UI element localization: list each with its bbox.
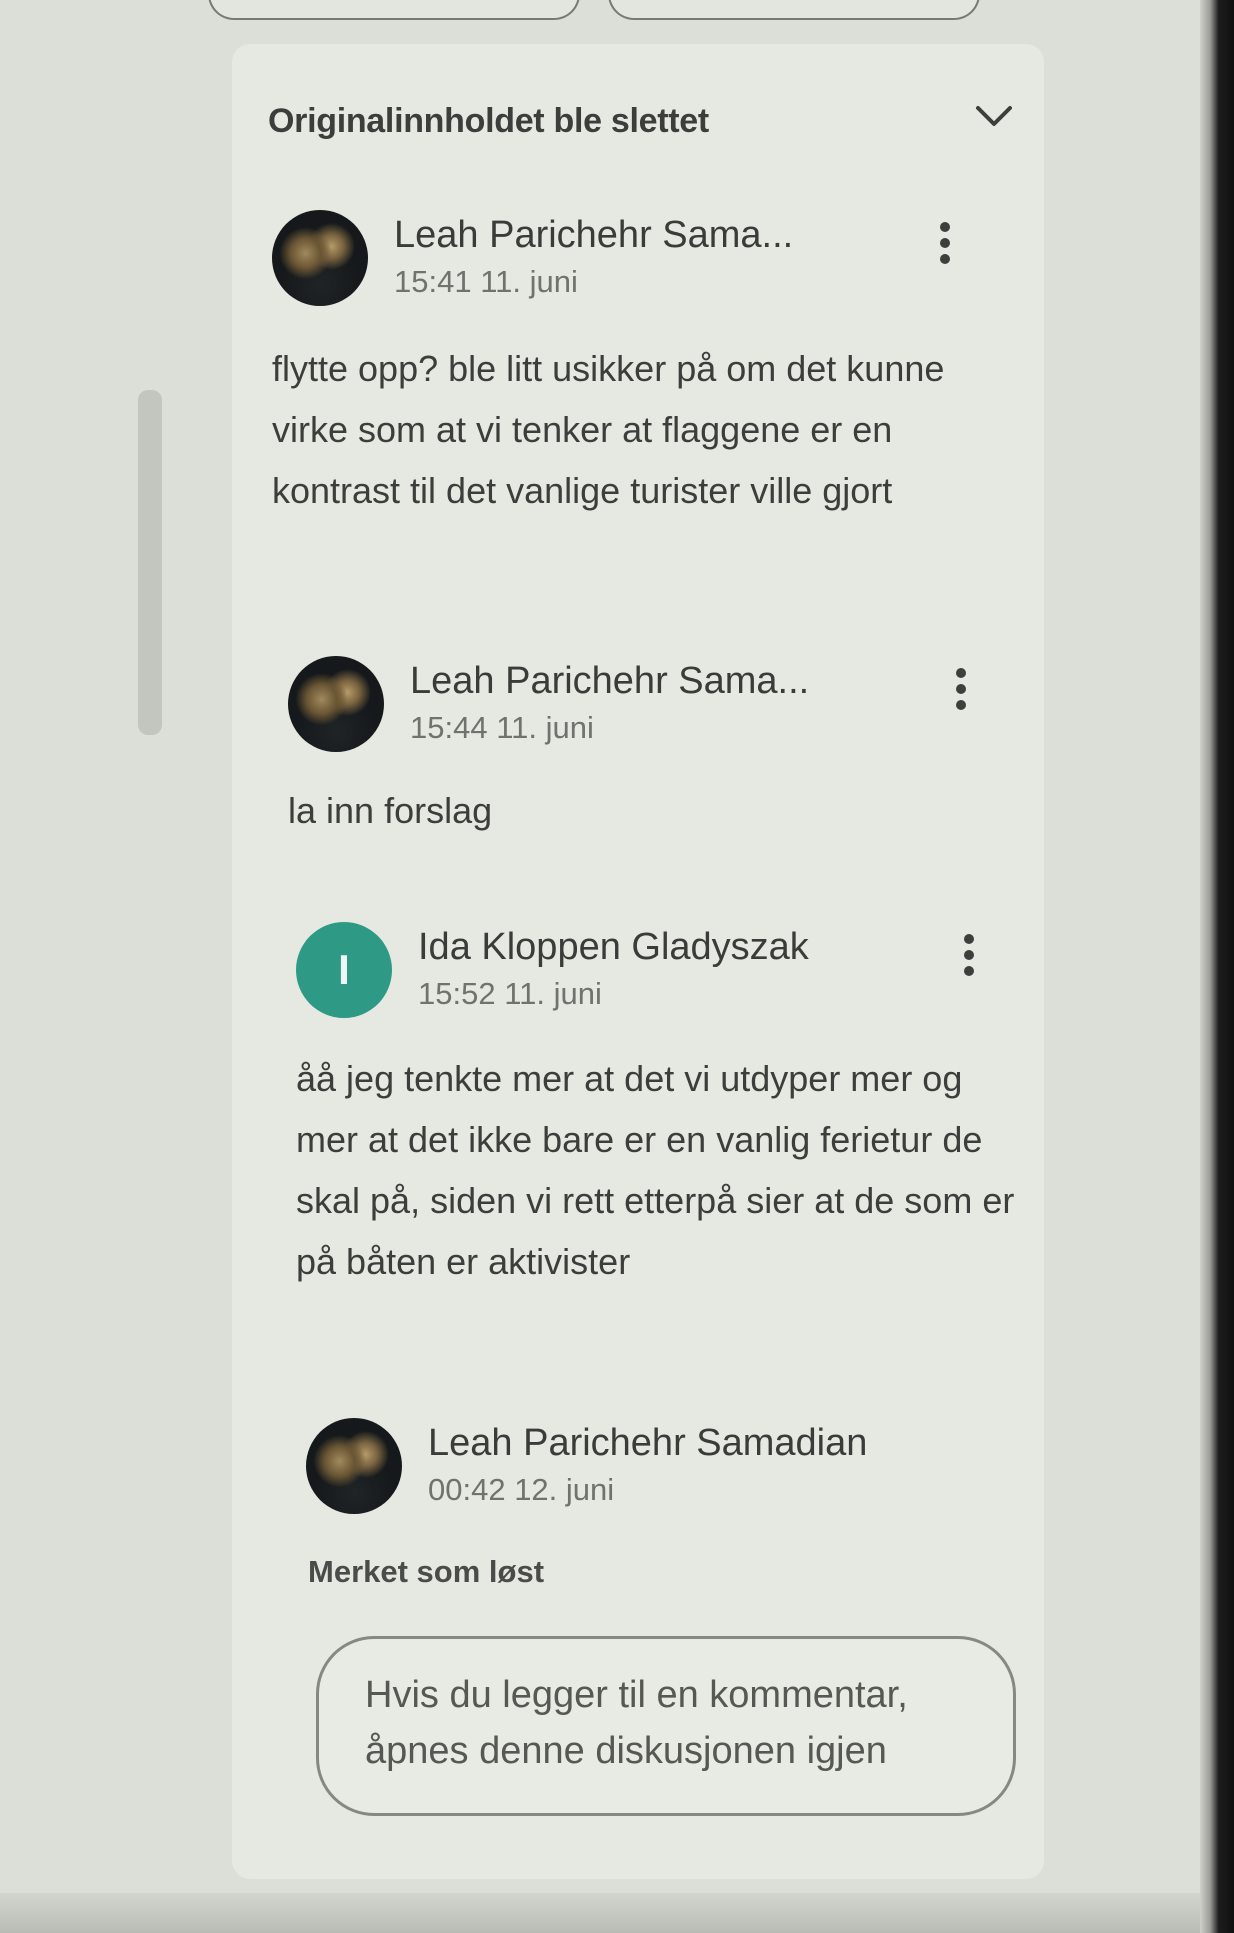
resolved-status: Merket som løst: [308, 1554, 545, 1589]
scrollbar[interactable]: [138, 390, 162, 735]
more-vertical-icon[interactable]: [930, 216, 960, 276]
top-button-right[interactable]: [608, 0, 980, 20]
comment-author: Leah Parichehr Sama...: [394, 214, 794, 256]
top-button-left[interactable]: [208, 0, 580, 20]
comment-author: Ida Kloppen Gladyszak: [418, 926, 809, 968]
comment-timestamp: 15:41 11. juni: [394, 264, 578, 299]
comment-body: la inn forslag: [288, 790, 493, 831]
comment-body: flytte opp? ble litt usikker på om det k…: [272, 348, 945, 511]
comment-item: Leah Parichehr Sama... 15:41 11. juni fl…: [272, 210, 1032, 590]
comment-item: I Ida Kloppen Gladyszak 15:52 11. juni å…: [296, 922, 1056, 1342]
resolution-author: Leah Parichehr Samadian: [428, 1422, 868, 1464]
avatar: [306, 1418, 402, 1514]
screen-bezel: [1200, 0, 1234, 1933]
comment-body: åå jeg tenkte mer at det vi utdyper mer …: [296, 1058, 1015, 1282]
comment-timestamp: 15:44 11. juni: [410, 710, 594, 745]
comment-item: Leah Parichehr Sama... 15:44 11. juni la…: [288, 656, 1048, 856]
avatar: [272, 210, 368, 306]
thread-title: Originalinnholdet ble slettet: [268, 102, 709, 140]
more-vertical-icon[interactable]: [954, 928, 984, 988]
top-button-row: [0, 0, 1234, 22]
more-vertical-icon[interactable]: [946, 662, 976, 722]
avatar: I: [296, 922, 392, 1018]
thread-header: Originalinnholdet ble slettet: [268, 100, 1028, 150]
comment-author: Leah Parichehr Sama...: [410, 660, 810, 702]
chevron-down-icon[interactable]: [972, 100, 1016, 136]
comment-timestamp: 15:52 11. juni: [418, 976, 602, 1011]
reopen-comment-box[interactable]: Hvis du legger til en kommentar, åpnes d…: [316, 1636, 1016, 1816]
bottom-edge: [0, 1893, 1234, 1933]
avatar: [288, 656, 384, 752]
resolution-timestamp: 00:42 12. juni: [428, 1472, 615, 1507]
reopen-hint: Hvis du legger til en kommentar, åpnes d…: [365, 1674, 908, 1772]
resolution-item: Leah Parichehr Samadian 00:42 12. juni M…: [306, 1418, 1066, 1598]
